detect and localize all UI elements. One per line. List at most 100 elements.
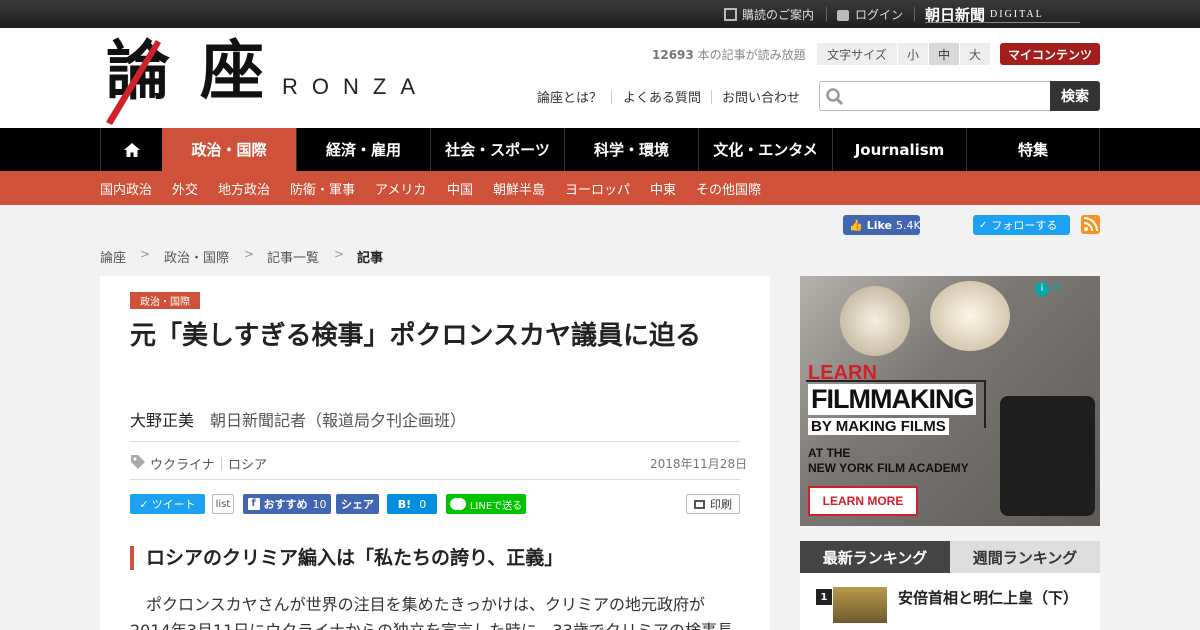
article-body: ポクロンスカヤさんが世界の注目を集めたきっかけは、クリミアの地元政府が2014年… [130,595,733,630]
divider [611,90,612,104]
twitter-bird-icon: ✓ [139,497,149,511]
about-link[interactable]: 論座とは？ [537,86,602,106]
breadcrumb-sep: > [244,247,255,261]
article-title: 元「美しすぎる検事」ポクロンスカヤ議員に迫る [130,321,701,351]
breadcrumb-list[interactable]: 記事一覧 [267,247,319,266]
subscribe-link[interactable]: 購読のご案内 [724,0,814,28]
login-link[interactable]: ログイン [837,0,903,28]
font-size-medium[interactable]: 中 [929,43,959,65]
divider [914,7,915,21]
ad-camera [1000,396,1095,516]
divider [711,90,712,104]
subnav-diplomacy[interactable]: 外交 [172,171,198,205]
my-contents-button[interactable]: マイコンテンツ [1000,43,1100,65]
tweet-button[interactable]: ✓ ツイート [130,494,205,514]
nav-society[interactable]: 社会・スポーツ [430,128,564,171]
breadcrumb-category[interactable]: 政治・国際 [164,247,229,266]
lock-icon [837,10,849,21]
logo-latin: RONZA [282,74,429,99]
tag-icon [131,455,145,469]
top-bar: 購読のご案内 ログイン 朝日新聞 DIGITAL [0,0,1200,28]
printer-icon [694,499,705,509]
tab-latest-ranking[interactable]: 最新ランキング [800,541,950,573]
search-icon [826,88,844,106]
ad-light-2 [930,281,1010,351]
twitter-follow-button[interactable]: ✓ フォローする [973,215,1070,235]
ad-line3: BY MAKING FILMS [808,418,949,435]
ranking-list: 1 安倍首相と明仁上皇（下） [800,573,1100,630]
tab-weekly-ranking[interactable]: 週間ランキング [950,541,1100,573]
tw-follow-label: フォローする [991,219,1058,232]
breadcrumb-sep: > [140,247,151,261]
twitter-bird-icon: ✓ [979,219,988,231]
search-button[interactable]: 検索 [1050,81,1100,111]
breadcrumb-sep: > [334,247,345,261]
line-icon [449,498,466,510]
main-nav: 政治・国際 経済・雇用 社会・スポーツ 科学・環境 文化・エンタメ Journa… [0,128,1200,171]
nav-journalism[interactable]: Journalism [832,128,966,171]
sub-nav: 国内政治 外交 地方政治 防衛・軍事 アメリカ 中国 朝鮮半島 ヨーロッパ 中東… [0,171,1200,205]
ronza-logo[interactable]: 論 座 RONZA [104,36,444,126]
asahi-digital-logo[interactable]: 朝日新聞 DIGITAL [925,0,1044,28]
subnav-china[interactable]: 中国 [447,171,473,205]
publish-date: 2018年11月28日 [650,457,748,471]
author-name[interactable]: 大野正美 [130,407,194,431]
category-badge[interactable]: 政治・国際 [130,292,200,309]
breadcrumb-current: 記事 [357,251,384,266]
article-count-number: 12693 [652,48,694,62]
subnav-other[interactable]: その他国際 [696,171,761,205]
nav-features[interactable]: 特集 [966,128,1100,171]
divider [826,7,827,21]
print-button[interactable]: 印刷 [686,494,740,514]
ad-line5: NEW YORK FILM ACADEMY [808,461,969,475]
divider [221,457,222,470]
subnav-local[interactable]: 地方政治 [218,171,270,205]
faq-link[interactable]: よくある質問 [623,86,701,106]
ad-info-icon[interactable]: i [1035,282,1049,296]
logo-kanji-2: 座 [200,34,264,109]
rank-thumbnail[interactable] [833,587,887,623]
ad-cta-button[interactable]: LEARN MORE [808,486,918,516]
advertisement[interactable]: i ✕ LEARN FILMMAKING BY MAKING FILMS AT … [800,276,1100,526]
facebook-recommend-button[interactable]: f おすすめ 10 [243,494,331,514]
contact-link[interactable]: お問い合わせ [722,86,800,106]
breadcrumb-home[interactable]: 論座 [100,247,126,266]
facebook-share-button[interactable]: シェア [336,494,379,514]
subnav-america[interactable]: アメリカ [375,171,426,205]
tweet-label: ツイート [151,498,196,511]
line-send-button[interactable]: LINEで送る [446,494,526,514]
nav-politics[interactable]: 政治・国際 [162,128,296,171]
facebook-icon: f [247,498,260,510]
article-count-suffix: 本の記事が読み放題 [697,48,806,62]
rss-icon[interactable] [1081,215,1100,234]
keyword-ukraine[interactable]: ウクライナ [150,454,215,473]
subscribe-label: 購読のご案内 [742,7,815,22]
ad-line2: FILMMAKING [808,384,977,415]
facebook-like-button[interactable]: 👍 Like 5.4K [843,215,921,235]
nav-home[interactable] [100,128,162,171]
rank-title[interactable]: 安倍首相と明仁上皇（下） [898,587,1078,608]
nav-economy[interactable]: 経済・雇用 [296,128,430,171]
ad-close-icon[interactable]: ✕ [1051,280,1061,294]
font-size-small[interactable]: 小 [898,43,928,65]
ad-light-1 [840,286,910,356]
subnav-middle-east[interactable]: 中東 [650,171,676,205]
search-box [819,81,1050,111]
nav-culture[interactable]: 文化・エンタメ [698,128,832,171]
login-label: ログイン [855,7,904,22]
keyword-russia[interactable]: ロシア [228,454,267,473]
divider [130,479,740,480]
subnav-europe[interactable]: ヨーロッパ [565,171,630,205]
author-role: 朝日新聞記者（報道局夕刊企画班） [210,411,467,430]
fb-like-count: 5.4K [895,218,921,232]
list-button[interactable]: list [212,494,234,514]
subnav-defense[interactable]: 防衛・軍事 [290,171,355,205]
search-input[interactable] [850,84,1045,108]
subnav-korea[interactable]: 朝鮮半島 [493,171,545,205]
font-size-label: 文字サイズ [817,43,897,65]
fb-recommend-label: おすすめ [263,498,308,511]
nav-science[interactable]: 科学・環境 [564,128,698,171]
subnav-domestic[interactable]: 国内政治 [100,171,152,205]
hatena-bookmark-button[interactable]: B! 0 [387,494,437,514]
font-size-large[interactable]: 大 [960,43,990,65]
